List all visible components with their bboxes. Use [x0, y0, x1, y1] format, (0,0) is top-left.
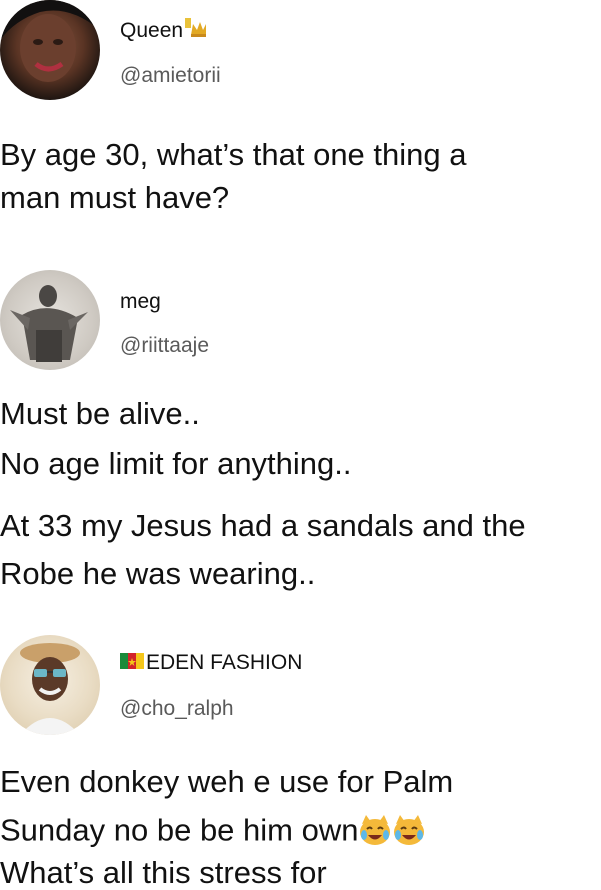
- author-name[interactable]: Queen: [120, 18, 207, 44]
- author-name[interactable]: meg: [120, 290, 161, 314]
- crown-icon: [185, 18, 207, 44]
- tweet-text-line: What’s all this stress for: [0, 855, 327, 890]
- laughing-crying-cat-icon: [392, 814, 426, 851]
- tweet-text-line: At 33 my Jesus had a sandals and the: [0, 508, 526, 543]
- avatar-image: [20, 643, 80, 735]
- tweet-text-line: Must be alive..: [0, 396, 200, 431]
- tweet-text-line-with-emoji: Sunday no be be him own: [0, 814, 426, 851]
- author-handle[interactable]: @amietorii: [120, 64, 221, 88]
- tweet-text-line: Robe he was wearing..: [0, 556, 316, 591]
- avatar-image: [0, 0, 100, 82]
- author-handle[interactable]: @riittaaje: [120, 334, 209, 358]
- avatar-meg[interactable]: [0, 270, 100, 370]
- tweet-text-line: No age limit for anything..: [0, 446, 352, 481]
- avatar-eden-fashion[interactable]: [0, 635, 100, 735]
- author-name[interactable]: EDEN FASHION: [120, 651, 302, 675]
- tweet-text-line: Even donkey weh e use for Palm: [0, 764, 454, 799]
- tweet-text-line: By age 30, what’s that one thing a: [0, 137, 467, 172]
- laughing-crying-cat-icon: [358, 814, 392, 851]
- author-handle[interactable]: @cho_ralph: [120, 697, 234, 721]
- avatar-queen[interactable]: [0, 0, 100, 100]
- avatar-image: [10, 285, 88, 362]
- cameroon-flag-icon: [120, 651, 144, 675]
- tweet-text-line: man must have?: [0, 180, 230, 215]
